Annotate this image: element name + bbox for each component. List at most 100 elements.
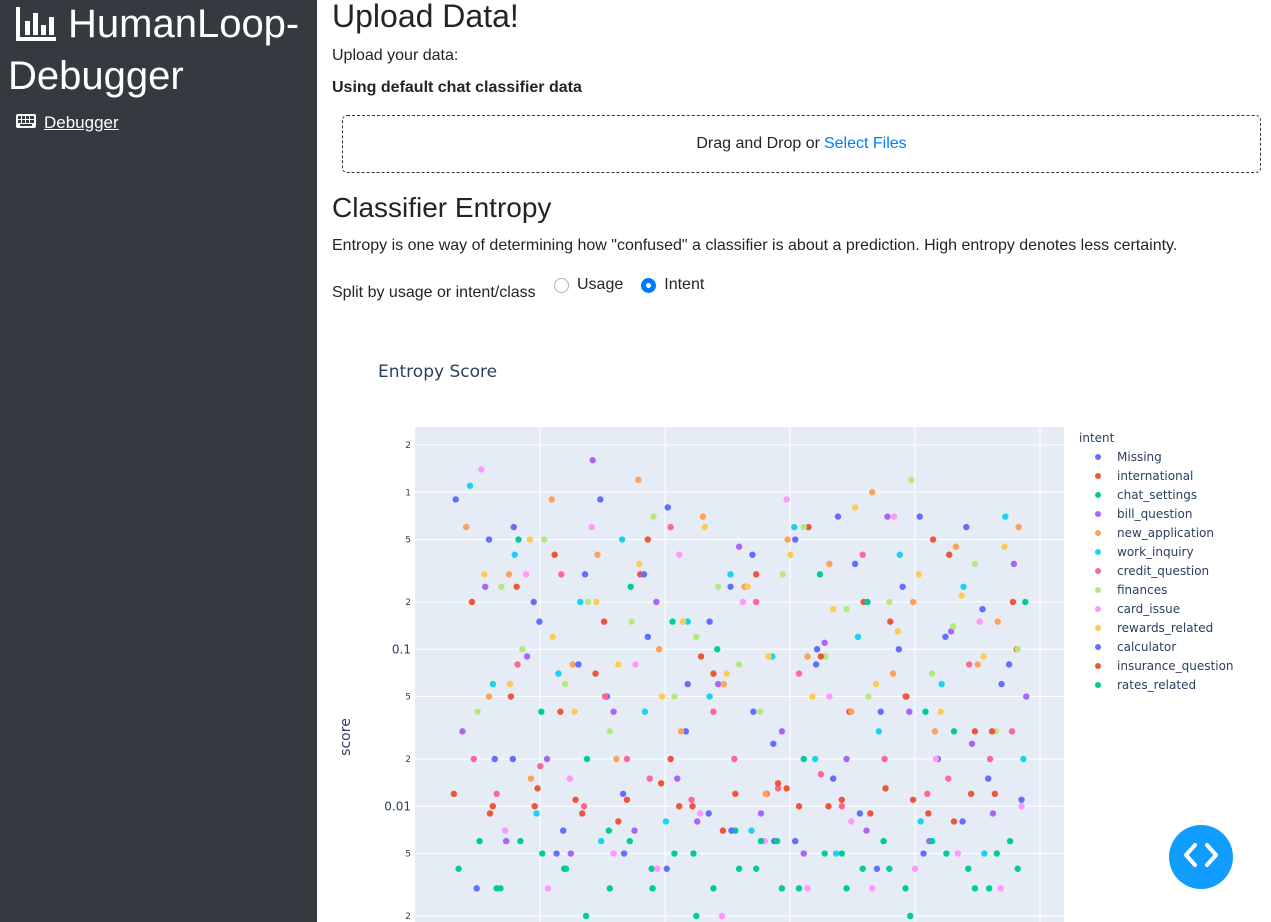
- scatter-point[interactable]: [598, 837, 605, 845]
- scatter-point[interactable]: [474, 708, 481, 715]
- scatter-point[interactable]: [723, 670, 730, 677]
- scatter-point[interactable]: [865, 693, 872, 700]
- scatter-point[interactable]: [932, 755, 940, 763]
- scatter-point[interactable]: [544, 885, 552, 892]
- legend-marker[interactable]: [1095, 682, 1101, 688]
- scatter-point[interactable]: [986, 755, 994, 763]
- legend-marker[interactable]: [1095, 606, 1101, 612]
- scatter-point[interactable]: [641, 708, 649, 715]
- scatter-point[interactable]: [481, 571, 488, 578]
- scatter-point[interactable]: [812, 661, 820, 668]
- scatter-point[interactable]: [693, 633, 700, 641]
- scatter-point[interactable]: [963, 523, 970, 531]
- scatter-point[interactable]: [581, 571, 589, 578]
- scatter-point[interactable]: [800, 523, 807, 531]
- scatter-point[interactable]: [971, 560, 979, 568]
- scatter-point[interactable]: [486, 810, 494, 817]
- scatter-point[interactable]: [513, 583, 520, 590]
- scatter-point[interactable]: [557, 708, 564, 715]
- chart-legend[interactable]: Missing international chat_settings bill_qu…: [1095, 450, 1234, 692]
- scatter-point[interactable]: [450, 790, 458, 798]
- scatter-point[interactable]: [985, 885, 993, 892]
- upload-dropzone[interactable]: Drag and Drop or Select Files: [342, 115, 1261, 173]
- scatter-point[interactable]: [731, 755, 738, 763]
- scatter-point[interactable]: [735, 543, 743, 550]
- scatter-point[interactable]: [558, 571, 565, 578]
- scatter-point[interactable]: [728, 827, 735, 834]
- scatter-point[interactable]: [998, 680, 1005, 688]
- scatter-point[interactable]: [610, 708, 617, 715]
- legend-label[interactable]: Missing: [1117, 450, 1162, 464]
- select-files-link[interactable]: Select Files: [824, 135, 907, 153]
- scatter-point[interactable]: [826, 693, 833, 700]
- scatter-point[interactable]: [727, 571, 734, 578]
- scatter-point[interactable]: [756, 708, 764, 715]
- scatter-point[interactable]: [965, 865, 972, 872]
- scatter-point[interactable]: [830, 605, 837, 613]
- scatter-point[interactable]: [903, 693, 910, 700]
- scatter-point[interactable]: [498, 583, 505, 590]
- scatter-point[interactable]: [597, 496, 604, 503]
- scatter-point[interactable]: [485, 693, 493, 700]
- scatter-point[interactable]: [619, 790, 627, 798]
- scatter-point[interactable]: [929, 536, 937, 543]
- scatter-point[interactable]: [644, 536, 652, 543]
- scatter-point[interactable]: [522, 571, 530, 578]
- scatter-point[interactable]: [654, 865, 661, 872]
- scatter-point[interactable]: [588, 523, 595, 531]
- scatter-point[interactable]: [675, 551, 683, 558]
- scatter-point[interactable]: [684, 680, 691, 688]
- scatter-point[interactable]: [635, 476, 642, 484]
- scatter-point[interactable]: [693, 912, 700, 920]
- scatter-point[interactable]: [946, 551, 953, 558]
- scatter-point[interactable]: [906, 708, 913, 715]
- scatter-point[interactable]: [907, 476, 915, 484]
- legend-marker[interactable]: [1095, 644, 1101, 650]
- scatter-point[interactable]: [890, 513, 898, 520]
- scatter-point[interactable]: [636, 560, 643, 568]
- radio-intent[interactable]: Intent: [641, 276, 704, 294]
- scatter-point[interactable]: [605, 827, 613, 834]
- scatter-point[interactable]: [714, 583, 722, 590]
- scatter-point[interactable]: [886, 865, 893, 872]
- scatter-point[interactable]: [968, 740, 976, 747]
- scatter-point[interactable]: [1009, 598, 1017, 606]
- legend-marker[interactable]: [1095, 549, 1101, 555]
- scatter-point[interactable]: [942, 633, 949, 641]
- scatter-point[interactable]: [784, 536, 791, 543]
- scatter-point[interactable]: [615, 661, 622, 668]
- scatter-point[interactable]: [950, 818, 958, 825]
- scatter-point[interactable]: [915, 571, 923, 578]
- scatter-point[interactable]: [765, 653, 772, 660]
- scatter-point[interactable]: [894, 628, 902, 635]
- scatter-point[interactable]: [502, 837, 510, 845]
- scatter-point[interactable]: [701, 523, 709, 531]
- scatter-point[interactable]: [555, 670, 562, 677]
- scatter-point[interactable]: [677, 728, 685, 735]
- scatter-point[interactable]: [859, 865, 866, 872]
- scatter-point[interactable]: [664, 504, 671, 511]
- scatter-point[interactable]: [452, 496, 459, 503]
- scatter-point[interactable]: [757, 810, 765, 817]
- scatter-point[interactable]: [688, 796, 695, 803]
- scatter-point[interactable]: [909, 598, 917, 606]
- scatter-point[interactable]: [791, 536, 799, 543]
- scatter-point[interactable]: [455, 865, 462, 872]
- scatter-point[interactable]: [843, 755, 850, 763]
- scatter-point[interactable]: [795, 670, 803, 677]
- entropy-scatter-chart[interactable]: Entropy Score 2 5 0.01 2 5 0.1 2 5 1 2 score inte…: [317, 340, 1271, 922]
- scatter-point[interactable]: [667, 755, 674, 763]
- scatter-point[interactable]: [804, 885, 811, 892]
- scatter-point[interactable]: [902, 885, 909, 892]
- scatter-point[interactable]: [594, 551, 601, 558]
- scatter-point[interactable]: [537, 762, 544, 770]
- scatter-point[interactable]: [980, 653, 987, 660]
- scatter-point[interactable]: [615, 818, 622, 825]
- scatter-point[interactable]: [985, 775, 992, 782]
- scatter-point[interactable]: [753, 865, 760, 872]
- scatter-point[interactable]: [952, 543, 960, 550]
- scatter-point[interactable]: [473, 885, 480, 892]
- scatter-point[interactable]: [539, 850, 546, 857]
- scatter-point[interactable]: [800, 755, 807, 763]
- scatter-point[interactable]: [463, 523, 470, 531]
